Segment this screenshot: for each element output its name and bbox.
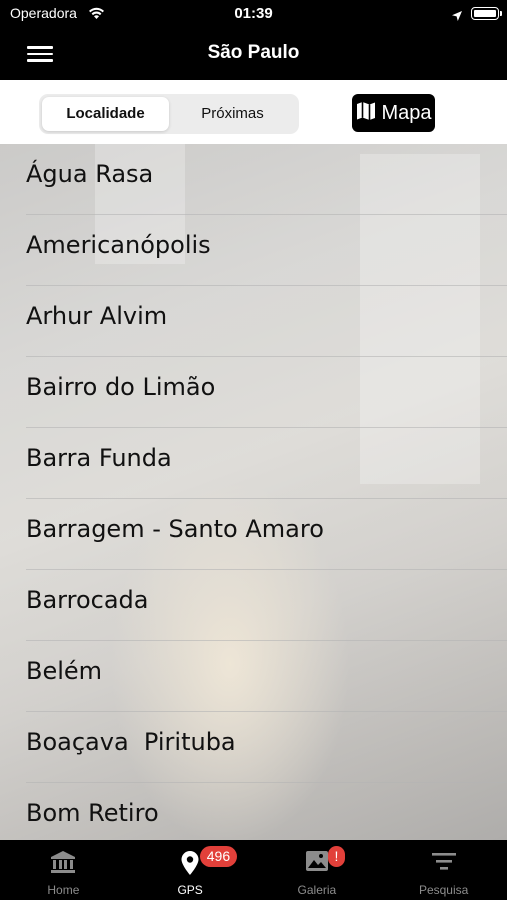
list-item-label: Água Rasa [26,160,154,188]
status-bar: Operadora 01:39 [0,0,507,30]
list-item[interactable]: Barra Funda [0,428,507,499]
list-item-label: Americanópolis [26,231,211,259]
list-item-label: Barra Funda [26,444,172,472]
navigation-bar: São Paulo [0,30,507,80]
list-item[interactable]: Água Rasa [0,144,507,215]
list-item-label: Arhur Alvim [26,302,168,330]
tab-home-label: Home [47,883,80,897]
map-button-label: Mapa [381,101,432,124]
image-gallery-icon [305,850,329,876]
list-item[interactable]: Barragem - Santo Amaro [0,499,507,570]
filter-icon [431,850,457,876]
map-pin-icon [180,850,200,880]
tab-gps-label: GPS [177,883,203,897]
list-item-label: Boaçava Pirituba [26,728,236,756]
list-item[interactable]: Boaçava Pirituba [0,712,507,783]
list-item[interactable]: Bairro do Limão [0,357,507,428]
list-item-label: Barragem - Santo Amaro [26,515,324,543]
list-item[interactable]: Americanópolis [0,215,507,286]
map-icon [355,100,377,126]
locality-list-container[interactable]: Água Rasa Americanópolis Arhur Alvim Bai… [0,144,507,840]
list-item[interactable]: Belém [0,641,507,712]
tab-pesquisa-label: Pesquisa [418,883,469,897]
page-title: São Paulo [207,42,300,63]
list-item-label: Barrocada [26,586,149,614]
gps-count-badge: 496 [199,846,238,867]
segmented-control: Localidade Próximas [39,94,299,134]
map-button[interactable]: Mapa [352,94,435,132]
tab-bar: Home 496 GPS ! Galeria Pesquisa [0,840,507,900]
segment-localidade[interactable]: Localidade [42,97,169,131]
list-item-label: Belém [26,657,103,685]
tab-pesquisa[interactable]: Pesquisa [380,840,507,900]
clock: 01:39 [234,5,273,22]
galeria-alert-badge: ! [327,846,346,867]
tab-galeria[interactable]: ! Galeria [254,840,381,900]
tab-galeria-label: Galeria [297,883,337,897]
filter-toolbar: Localidade Próximas Mapa [0,80,507,144]
segment-proximas[interactable]: Próximas [169,97,296,131]
list-item-label: Bairro do Limão [26,373,216,401]
battery-icon [471,7,502,20]
list-item[interactable]: Barrocada [0,570,507,641]
tab-gps[interactable]: 496 GPS [127,840,254,900]
tab-home[interactable]: Home [0,840,127,900]
bank-building-icon [50,850,76,878]
location-arrow-icon [451,7,463,26]
list-item[interactable]: Arhur Alvim [0,286,507,357]
locality-list: Água Rasa Americanópolis Arhur Alvim Bai… [0,144,507,840]
list-item-label: Bom Retiro [26,799,159,827]
list-item[interactable]: Bom Retiro [0,783,507,840]
